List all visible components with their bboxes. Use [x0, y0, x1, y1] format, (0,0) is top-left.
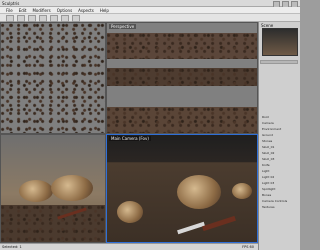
- tree-item[interactable]: Stones: [262, 139, 272, 143]
- light-tool-icon[interactable]: [72, 15, 80, 22]
- status-right: FPS 60: [242, 245, 254, 249]
- viewport-bottom-right[interactable]: Main Camera (Fov): [106, 134, 258, 243]
- tree-item[interactable]: Light 03: [262, 181, 274, 185]
- tree-item[interactable]: Root: [262, 115, 269, 119]
- viewport-bottom-left[interactable]: [0, 134, 106, 243]
- window-title: Sculptris: [2, 1, 20, 6]
- tree-item[interactable]: Knife: [262, 163, 270, 167]
- toolbar: [0, 14, 300, 22]
- menu-modifiers[interactable]: Modifiers: [32, 8, 50, 13]
- stone-ground: [1, 205, 105, 242]
- move-tool-icon[interactable]: [17, 15, 25, 22]
- tree-item[interactable]: Camera: [262, 121, 274, 125]
- skull-shape: [19, 180, 53, 202]
- stone-layer-bottom: [107, 107, 257, 133]
- skull-shape: [117, 201, 143, 223]
- status-left: Selected: 1: [2, 245, 22, 249]
- rotate-tool-icon[interactable]: [28, 15, 36, 22]
- tree-item[interactable]: Light 02: [262, 175, 274, 179]
- viewport-top-left[interactable]: [0, 22, 106, 134]
- stone-layer-top: [107, 33, 257, 59]
- menu-aspects[interactable]: Aspects: [78, 8, 94, 13]
- viewport-top-right[interactable]: Perspective: [106, 22, 258, 134]
- tree-item[interactable]: Spotlight: [262, 187, 275, 191]
- viewport-label: Main Camera (Fov): [109, 136, 151, 141]
- tree-item[interactable]: Textures: [262, 205, 275, 209]
- tree-item[interactable]: Skull_02: [262, 151, 274, 155]
- tree-item[interactable]: Ground: [262, 133, 273, 137]
- menu-file[interactable]: File: [6, 8, 13, 13]
- tree-item[interactable]: Light: [262, 169, 270, 173]
- menu-bar: File Edit Modifiers Options Aspects Help: [0, 7, 300, 14]
- viewport-label: Perspective: [109, 24, 137, 29]
- menu-options[interactable]: Options: [57, 8, 72, 13]
- select-tool-icon[interactable]: [6, 15, 14, 22]
- menu-edit[interactable]: Edit: [19, 8, 27, 13]
- scene-tree: Root Camera Environment Ground Stones Sk…: [258, 115, 300, 240]
- knife-handle-shape: [202, 215, 236, 232]
- tree-item[interactable]: Skull_01: [262, 145, 274, 149]
- tree-item[interactable]: Environment: [262, 127, 281, 131]
- scale-tool-icon[interactable]: [39, 15, 47, 22]
- knife-blade-shape: [177, 221, 205, 235]
- preview-slider[interactable]: [260, 60, 298, 64]
- menu-help[interactable]: Help: [100, 8, 109, 13]
- tree-item[interactable]: Skull_03: [262, 157, 274, 161]
- skull-shape: [232, 183, 252, 199]
- title-bar: Sculptris: [0, 0, 300, 8]
- skull-shape: [177, 175, 221, 209]
- tree-item[interactable]: Bones: [262, 193, 271, 197]
- tree-item[interactable]: Camera Controls: [262, 199, 287, 203]
- stone-layer-middle: [107, 68, 257, 86]
- brush-tool-icon[interactable]: [50, 15, 58, 22]
- camera-tool-icon[interactable]: [61, 15, 69, 22]
- camera-preview: [262, 28, 298, 56]
- status-bar: Selected: 1 FPS 60: [0, 243, 258, 250]
- skull-shape: [51, 175, 93, 201]
